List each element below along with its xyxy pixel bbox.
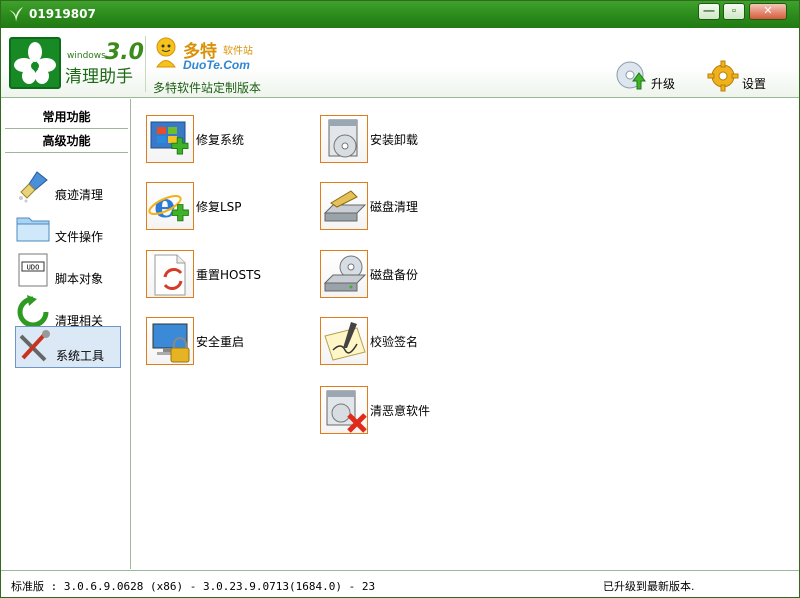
tool-secure-restart[interactable]: 安全重启 — [146, 317, 244, 365]
upgrade-disc-icon — [616, 61, 646, 90]
sidebar-item-label: 痕迹清理 — [55, 187, 104, 202]
close-button[interactable]: ✕ — [749, 3, 787, 20]
tool-label: 磁盘清理 — [370, 199, 419, 214]
logo-windows-text: windows — [67, 51, 106, 61]
tool-label: 修复系统 — [196, 132, 245, 147]
disk-backup-icon — [323, 255, 367, 292]
tab-advanced-functions[interactable]: 高级功能 — [5, 129, 128, 153]
refresh-icon — [17, 295, 49, 328]
leaf-logo-icon — [9, 7, 23, 22]
sidebar-item-label: 文件操作 — [55, 229, 104, 244]
close-icon: ✕ — [763, 5, 773, 17]
tool-label: 磁盘备份 — [370, 267, 419, 282]
tool-label: 修复LSP — [196, 199, 242, 214]
tool-label: 清恶意软件 — [370, 403, 431, 418]
hosts-reset-icon — [154, 254, 186, 296]
svg-text:UDO: UDO — [27, 264, 40, 272]
disk-clean-icon — [323, 190, 367, 222]
minimize-icon: — — [703, 5, 715, 17]
settings-button[interactable]: 设置 — [706, 59, 766, 93]
tool-reset-hosts[interactable]: 重置HOSTS — [146, 250, 261, 298]
update-status: 已升级到最新版本. — [603, 580, 695, 593]
script-icon: UDO — [18, 253, 48, 287]
header-banner: windows 3.0 清理助手 多特 软件站 DuoTe.Com 多特软件站定… — [1, 28, 799, 98]
malware-remove-icon — [326, 390, 367, 433]
tool-repair-system[interactable]: 修复系统 — [146, 115, 244, 163]
brush-icon — [19, 171, 48, 203]
sidebar-item-system-tools[interactable]: 系统工具 — [15, 326, 121, 368]
tool-verify-signature[interactable]: 校验签名 — [320, 317, 418, 365]
logo-app-name: 清理助手 — [65, 67, 133, 87]
upgrade-button[interactable]: 升级 — [615, 59, 675, 93]
partner-suffix: 软件站 — [223, 46, 253, 57]
custom-edition-label: 多特软件站定制版本 — [153, 81, 262, 95]
ie-repair-icon: e — [148, 186, 189, 226]
tool-install-uninstall[interactable]: 安装卸载 — [320, 115, 418, 163]
tool-label: 重置HOSTS — [196, 267, 262, 282]
windows-repair-icon — [150, 121, 189, 155]
maximize-icon: ▫ — [732, 5, 736, 17]
tools-icon — [19, 330, 50, 362]
sidebar: 常用功能 高级功能 痕迹清理 文件操作 UDO 脚本对象 清理相关 系统工具 — [1, 99, 131, 569]
gear-icon — [707, 60, 739, 92]
tool-malware-remove[interactable]: 清恶意软件 — [320, 386, 430, 434]
status-bar: 标准版 : 3.0.6.9.0628 (x86) - 3.0.23.9.0713… — [1, 570, 799, 597]
flower-icon — [14, 42, 56, 84]
sidebar-item-file-ops[interactable]: 文件操作 — [15, 207, 121, 249]
sidebar-item-label: 脚本对象 — [55, 271, 104, 286]
tool-disk-clean[interactable]: 磁盘清理 — [320, 182, 418, 230]
app-logo — [9, 37, 61, 89]
version-info: 标准版 : 3.0.6.9.0628 (x86) - 3.0.23.9.0713… — [11, 580, 376, 593]
header-divider — [145, 36, 146, 92]
sidebar-item-trace-clean[interactable]: 痕迹清理 — [15, 165, 121, 207]
tool-label: 安装卸载 — [370, 132, 419, 147]
svg-text:e: e — [154, 186, 176, 226]
tab-common-functions[interactable]: 常用功能 — [5, 105, 128, 129]
minimize-button[interactable]: — — [698, 3, 720, 20]
sidebar-item-script-objects[interactable]: UDO 脚本对象 — [15, 249, 121, 291]
title-bar[interactable]: 01919807 — ▫ ✕ — [1, 1, 799, 28]
folder-icon — [16, 217, 50, 242]
tool-disk-backup[interactable]: 磁盘备份 — [320, 250, 418, 298]
upgrade-label: 升级 — [651, 76, 676, 91]
app-window: 01919807 — ▫ ✕ windows 3.0 清理助手 多特 软件站 D… — [0, 0, 800, 598]
verify-signature-icon — [324, 322, 366, 361]
partner-domain: DuoTe.Com — [183, 58, 250, 72]
window-title: 01919807 — [29, 7, 96, 21]
duote-mascot-icon — [156, 37, 176, 68]
secure-restart-icon — [152, 323, 190, 363]
sidebar-item-label: 系统工具 — [56, 348, 105, 363]
maximize-button[interactable]: ▫ — [723, 3, 745, 20]
tool-label: 校验签名 — [370, 334, 419, 349]
install-uninstall-icon — [328, 119, 358, 158]
tool-repair-lsp[interactable]: e 修复LSP — [146, 182, 242, 230]
tool-label: 安全重启 — [196, 334, 245, 349]
tools-panel: 修复系统 e 修复LSP 重置HOSTS 安全重启 安装卸载 磁盘清理 磁盘备份… — [132, 99, 799, 569]
settings-label: 设置 — [742, 76, 767, 91]
